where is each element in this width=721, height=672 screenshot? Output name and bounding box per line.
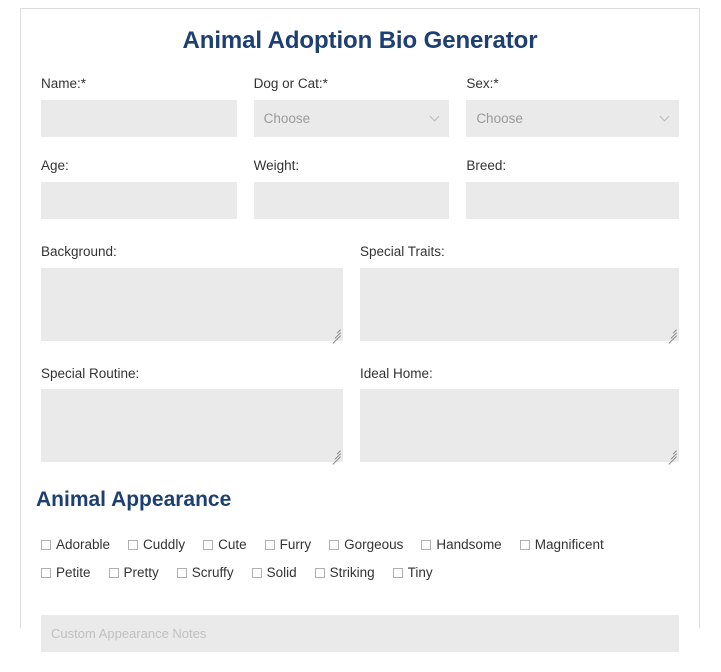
form-row-physical: Age: Weight: Breed:: [41, 157, 679, 219]
background-textarea[interactable]: [41, 267, 343, 341]
checkbox-item[interactable]: Petite: [41, 565, 91, 580]
checkbox-item[interactable]: Magnificent: [519, 537, 604, 553]
special-traits-textarea-wrap: [360, 267, 679, 344]
age-input[interactable]: [41, 181, 237, 219]
checkbox-icon[interactable]: [519, 540, 530, 551]
label-special-routine: Special Routine:: [41, 365, 140, 381]
checkbox-label: Tiny: [407, 565, 433, 581]
form-row-routine: Special Routine: Ideal Home:: [41, 365, 679, 466]
label-weight: Weight:: [253, 157, 300, 173]
form-row-identity: Name:* Dog or Cat:* Choose Sex:* Choose: [41, 76, 679, 137]
checkbox-item[interactable]: Cute: [203, 537, 247, 552]
ideal-home-textarea[interactable]: [360, 389, 679, 463]
field-special-traits: Special Traits:: [360, 243, 679, 344]
field-special-routine: Special Routine:: [41, 365, 360, 466]
field-background: Background:: [41, 243, 360, 344]
checkbox-icon[interactable]: [421, 540, 432, 551]
checkbox-icon[interactable]: [251, 568, 262, 579]
weight-input[interactable]: [253, 181, 450, 219]
custom-appearance-notes-input[interactable]: [41, 615, 679, 653]
sex-select[interactable]: Choose: [466, 99, 679, 137]
label-breed: Breed:: [466, 157, 507, 173]
special-traits-textarea[interactable]: [360, 267, 679, 341]
checkbox-item[interactable]: Handsome: [421, 537, 502, 553]
field-age: Age:: [41, 157, 254, 219]
field-ideal-home: Ideal Home:: [360, 365, 679, 466]
checkbox-label: Scruffy: [191, 565, 234, 581]
field-sex: Sex:* Choose: [466, 76, 679, 137]
checkbox-label: Cute: [218, 537, 247, 553]
checkbox-icon[interactable]: [329, 540, 340, 551]
label-ideal-home: Ideal Home:: [360, 365, 433, 381]
checkbox-label: Striking: [329, 565, 375, 581]
field-breed: Breed:: [466, 157, 679, 219]
sex-select-value: Choose: [466, 99, 679, 137]
checkbox-label: Handsome: [436, 537, 502, 553]
checkbox-label: Magnificent: [534, 537, 604, 553]
dog-or-cat-select[interactable]: Choose: [253, 99, 450, 137]
field-weight: Weight:: [253, 157, 467, 219]
label-special-traits: Special Traits:: [360, 243, 445, 259]
checkbox-label: Gorgeous: [344, 537, 404, 553]
checkbox-item[interactable]: Striking: [314, 565, 375, 581]
page-title: Animal Adoption Bio Generator: [182, 27, 538, 54]
checkbox-item[interactable]: Cuddly: [128, 537, 185, 552]
checkbox-label: Pretty: [123, 565, 159, 581]
ideal-home-textarea-wrap: [360, 389, 679, 466]
checkbox-item[interactable]: Furry: [264, 537, 312, 553]
checkbox-item[interactable]: Pretty: [108, 565, 159, 581]
form-container: Animal Adoption Bio Generator Name:* Dog…: [20, 8, 700, 653]
checkbox-label: Furry: [279, 537, 312, 553]
checkbox-item[interactable]: Adorable: [41, 537, 110, 552]
label-background: Background:: [41, 243, 117, 259]
field-name: Name:*: [41, 76, 254, 137]
checkbox-icon[interactable]: [108, 568, 119, 579]
checkbox-icon[interactable]: [41, 568, 51, 579]
dog-or-cat-select-value: Choose: [253, 99, 450, 137]
checkbox-icon[interactable]: [203, 540, 214, 551]
section-title-appearance: Animal Appearance: [36, 488, 232, 512]
label-sex: Sex:*: [466, 76, 499, 91]
label-name: Name:*: [41, 76, 87, 91]
checkbox-icon[interactable]: [176, 568, 187, 579]
background-textarea-wrap: [41, 267, 343, 344]
checkbox-item[interactable]: Gorgeous: [329, 537, 403, 552]
checkbox-icon[interactable]: [392, 568, 403, 579]
form-row-background: Background: Special Traits:: [41, 243, 679, 344]
checkbox-label: Adorable: [56, 537, 111, 553]
checkbox-icon[interactable]: [128, 540, 139, 551]
checkbox-item[interactable]: Solid: [251, 565, 297, 581]
label-dog-or-cat: Dog or Cat:*: [253, 76, 328, 91]
name-input[interactable]: [41, 99, 237, 137]
label-age: Age:: [41, 157, 69, 173]
custom-notes-row: [41, 615, 679, 672]
appearance-checkbox-group: Adorable Cuddly Cute Furry Gorgeous Hand…: [41, 533, 679, 589]
field-dog-or-cat: Dog or Cat:* Choose: [253, 76, 467, 137]
checkbox-item[interactable]: Tiny: [392, 565, 433, 581]
checkbox-icon[interactable]: [41, 540, 51, 551]
checkbox-icon[interactable]: [314, 568, 325, 579]
breed-input[interactable]: [466, 181, 679, 219]
checkbox-label: Solid: [266, 565, 297, 581]
checkbox-item[interactable]: Scruffy: [176, 565, 234, 581]
checkbox-icon[interactable]: [264, 540, 275, 551]
checkbox-label: Petite: [56, 565, 91, 581]
checkbox-label: Cuddly: [143, 537, 186, 553]
special-routine-textarea[interactable]: [41, 389, 343, 463]
special-routine-textarea-wrap: [41, 389, 343, 466]
